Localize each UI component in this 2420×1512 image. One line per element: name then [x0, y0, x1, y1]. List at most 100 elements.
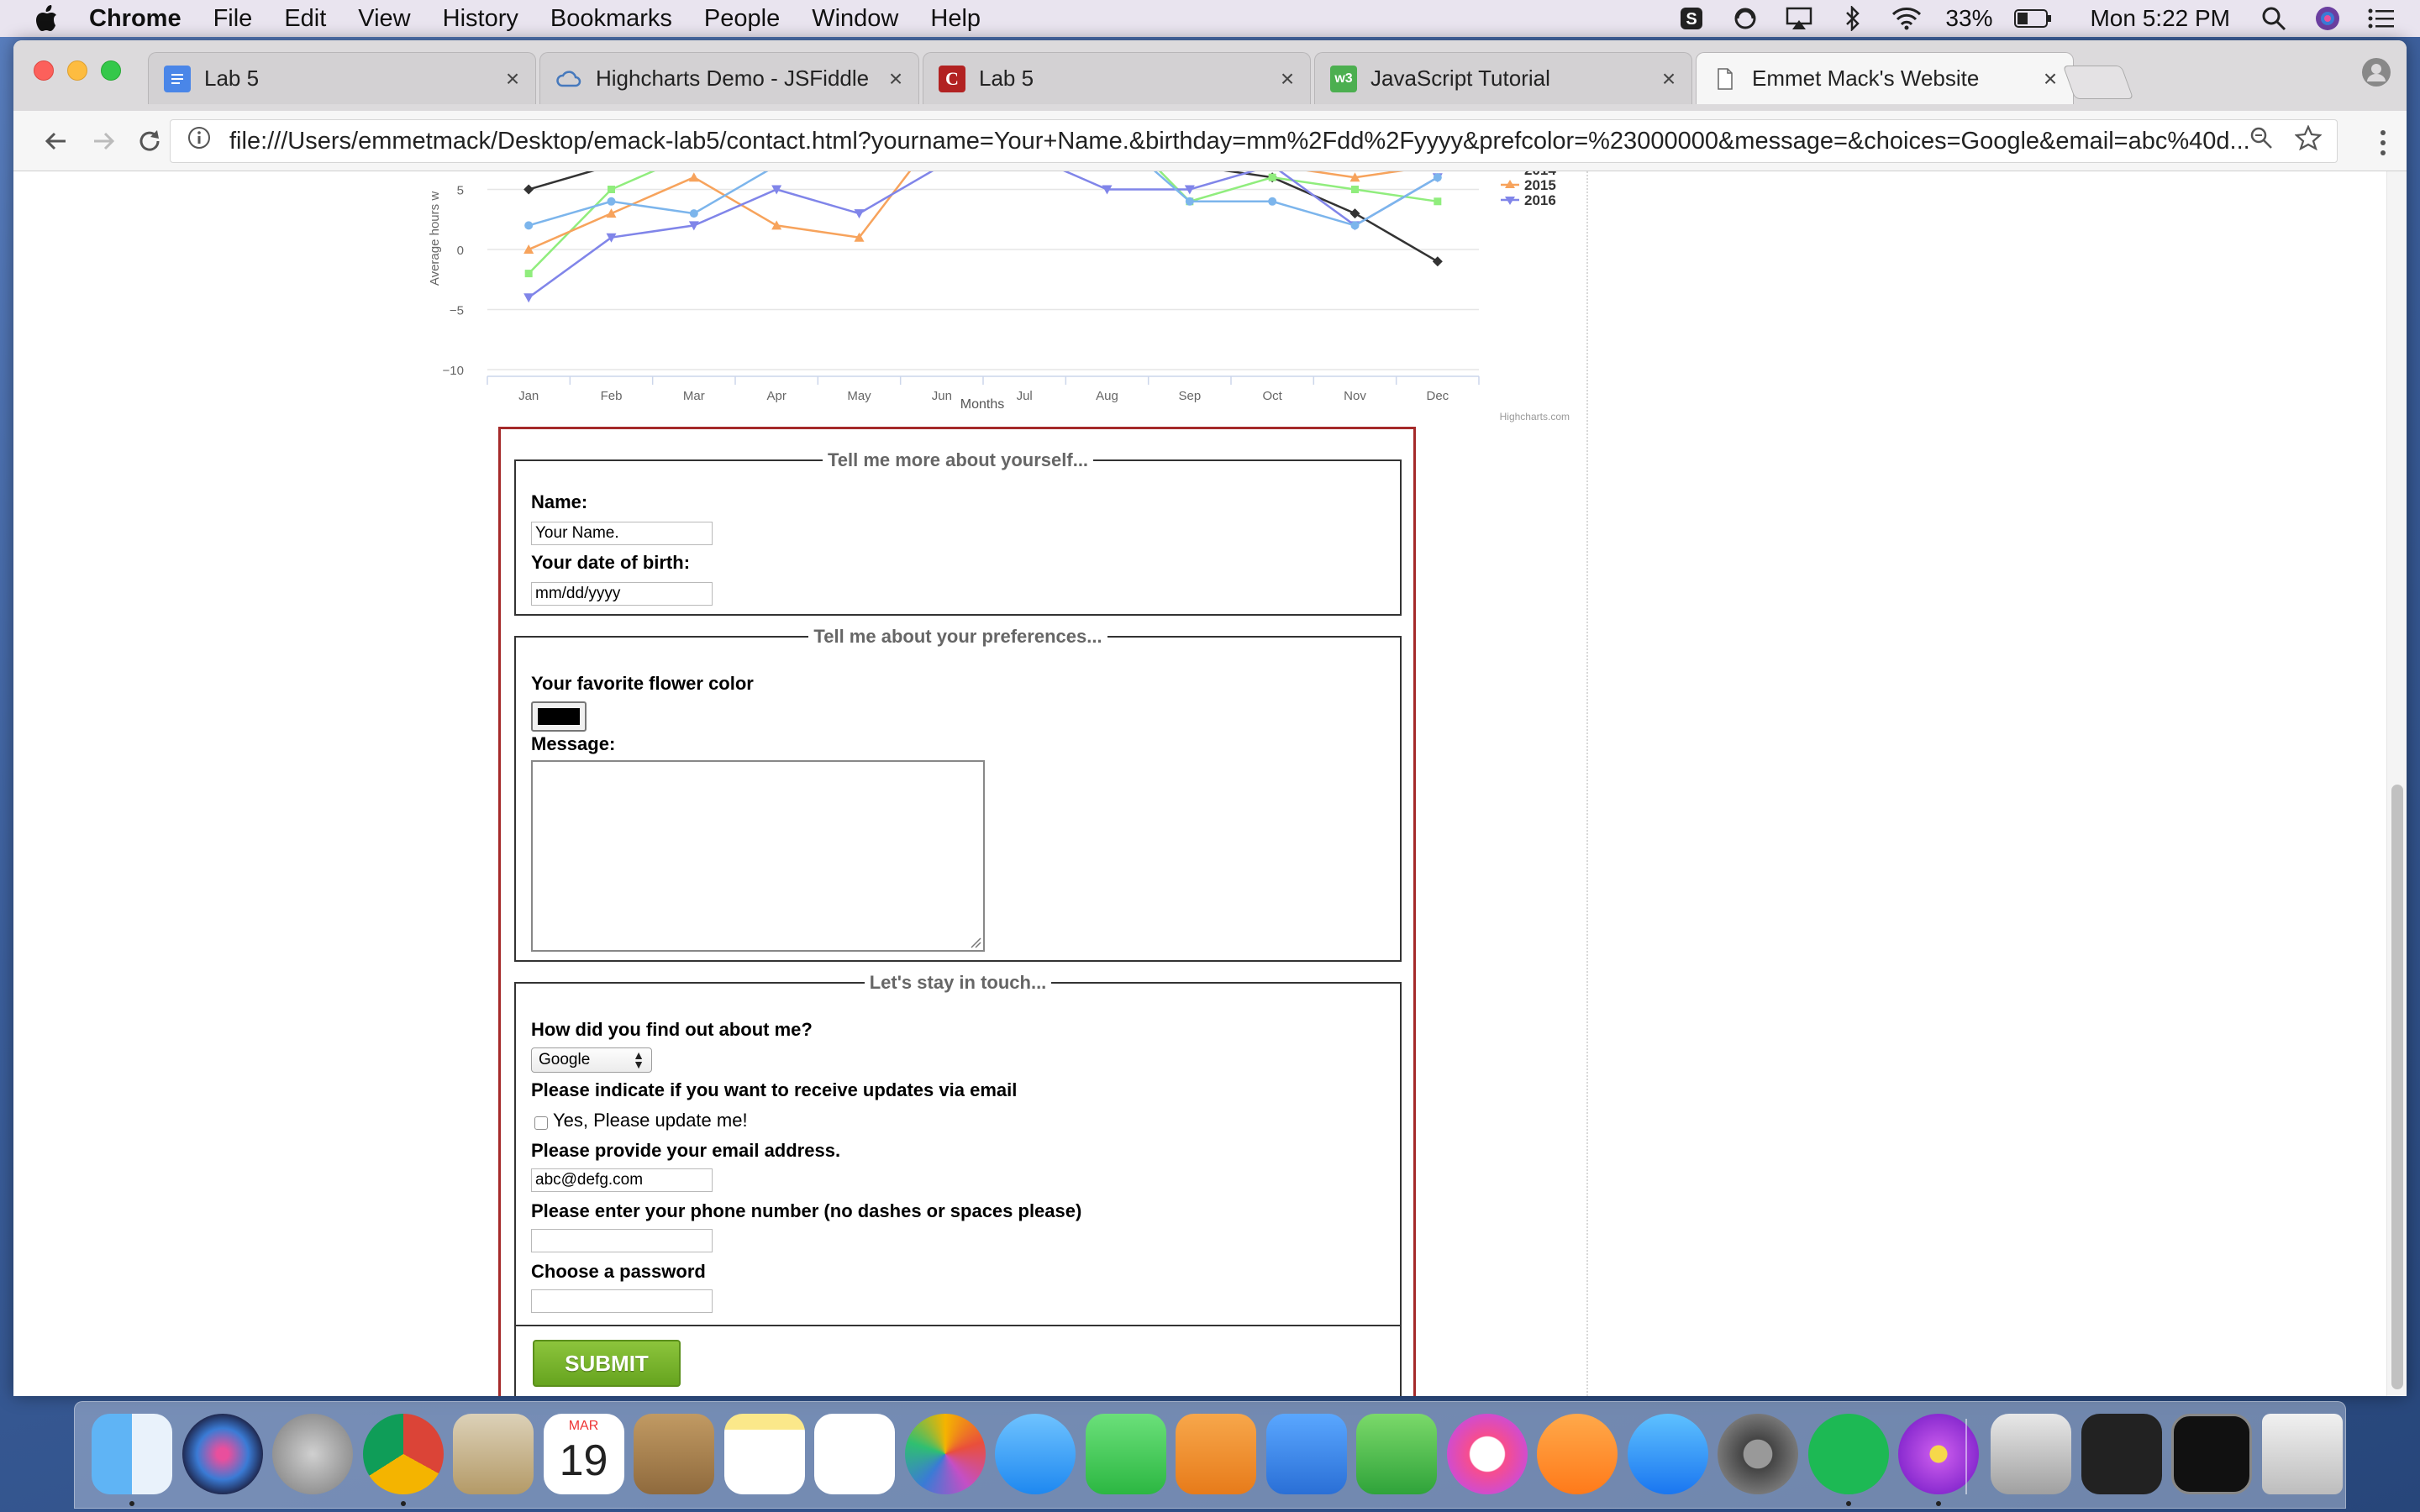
data-point[interactable] — [523, 184, 534, 195]
password-field[interactable] — [531, 1289, 713, 1313]
site-info-icon[interactable] — [181, 126, 218, 156]
data-point[interactable] — [854, 209, 865, 219]
minimize-window-button[interactable] — [67, 60, 87, 81]
color-picker[interactable] — [531, 701, 587, 732]
data-point[interactable] — [524, 221, 534, 230]
pages-icon[interactable] — [1176, 1414, 1256, 1494]
scrollbar-track[interactable] — [2386, 171, 2407, 1396]
data-point[interactable] — [607, 197, 616, 206]
birthday-field[interactable] — [531, 582, 713, 606]
battery-icon[interactable] — [2014, 4, 2053, 33]
legend-item[interactable]: 2015 — [1524, 177, 1556, 193]
facetime-icon[interactable] — [1085, 1414, 1166, 1494]
close-tab-icon[interactable]: × — [883, 66, 908, 92]
message-textarea[interactable] — [531, 760, 985, 952]
chrome-icon[interactable] — [362, 1414, 444, 1494]
submit-button[interactable]: SUBMIT — [533, 1340, 681, 1387]
reload-button[interactable] — [133, 124, 166, 158]
numbers-icon[interactable] — [1356, 1414, 1437, 1494]
siri-menubar-icon[interactable] — [2312, 4, 2343, 33]
close-tab-icon[interactable]: × — [500, 66, 525, 92]
data-point[interactable] — [688, 172, 699, 182]
scrollbar-thumb[interactable] — [2391, 785, 2403, 1389]
tab-javascript-tutorial[interactable]: w3 JavaScript Tutorial × — [1314, 52, 1692, 104]
maximize-window-button[interactable] — [101, 60, 121, 81]
data-point[interactable] — [608, 186, 615, 193]
email-field[interactable] — [531, 1168, 713, 1192]
data-point[interactable] — [1433, 173, 1442, 182]
data-point[interactable] — [1351, 186, 1359, 193]
data-point[interactable] — [1434, 197, 1442, 206]
back-button[interactable] — [39, 124, 72, 158]
close-tab-icon[interactable]: × — [2038, 66, 2063, 92]
menu-bookmarks[interactable]: Bookmarks — [550, 5, 672, 33]
menu-people[interactable]: People — [704, 5, 780, 33]
data-point[interactable] — [524, 270, 533, 278]
phone-field[interactable] — [531, 1229, 713, 1252]
menu-help[interactable]: Help — [930, 5, 981, 33]
sync-status-icon[interactable] — [1730, 4, 1760, 33]
preview-icon[interactable] — [1991, 1414, 2071, 1494]
profile-avatar-icon[interactable] — [2361, 57, 2391, 87]
messages-icon[interactable] — [995, 1414, 1076, 1494]
new-tab-button[interactable] — [2062, 66, 2134, 99]
finder-icon[interactable] — [92, 1414, 172, 1494]
data-point[interactable] — [1185, 197, 1194, 206]
data-point[interactable] — [1432, 256, 1443, 267]
menu-window[interactable]: Window — [812, 5, 898, 33]
chrome-menu-icon[interactable] — [2375, 128, 2391, 158]
data-point[interactable] — [1350, 221, 1360, 230]
airplay-icon[interactable] — [1784, 4, 1814, 33]
clock[interactable]: Mon 5:22 PM — [2090, 5, 2230, 32]
highcharts-credits[interactable]: Highcharts.com — [1500, 411, 1570, 423]
bluetooth-icon[interactable] — [1838, 4, 1868, 33]
spotify-icon[interactable] — [1807, 1414, 1889, 1494]
data-point[interactable] — [523, 293, 534, 303]
tab-lab5-canvas[interactable]: C Lab 5 × — [923, 52, 1311, 104]
terminal-icon[interactable] — [2171, 1414, 2252, 1494]
screenshot-app-icon[interactable] — [2081, 1414, 2162, 1494]
tab-emmet-mack-website[interactable]: Emmet Mack's Website × — [1696, 52, 2074, 104]
system-preferences-icon[interactable] — [1718, 1414, 1798, 1494]
updates-checkbox-label[interactable]: Yes, Please update me! — [553, 1110, 748, 1131]
mail-icon[interactable] — [453, 1414, 534, 1494]
launchpad-icon[interactable] — [272, 1414, 353, 1494]
notes-icon[interactable] — [723, 1414, 805, 1494]
data-point[interactable] — [1268, 197, 1277, 206]
wifi-icon[interactable] — [1891, 4, 1922, 33]
calendar-icon[interactable]: MAR 19 — [543, 1414, 624, 1494]
siri-icon[interactable] — [182, 1414, 263, 1494]
contacts-icon[interactable] — [634, 1414, 714, 1494]
app-store-icon[interactable] — [1627, 1414, 1708, 1494]
menu-edit[interactable]: Edit — [284, 5, 326, 33]
itunes-icon[interactable] — [1446, 1414, 1528, 1494]
menu-view[interactable]: View — [358, 5, 410, 33]
name-field[interactable] — [531, 522, 713, 545]
photos-icon[interactable] — [904, 1414, 986, 1494]
skype-status-icon[interactable]: S — [1676, 4, 1707, 33]
data-point[interactable] — [1349, 208, 1360, 219]
series-line[interactable] — [528, 171, 1439, 227]
resize-grip-icon[interactable] — [970, 937, 981, 948]
app-menu-chrome[interactable]: Chrome — [89, 5, 182, 33]
close-tab-icon[interactable]: × — [1275, 66, 1300, 92]
legend-item[interactable]: 2016 — [1524, 192, 1556, 208]
zoom-icon[interactable] — [2249, 126, 2280, 156]
apple-menu-icon[interactable] — [34, 4, 59, 33]
keynote-icon[interactable] — [1265, 1414, 1347, 1494]
close-tab-icon[interactable]: × — [1656, 66, 1681, 92]
menu-history[interactable]: History — [443, 5, 518, 33]
source-select[interactable]: Google ▲ ▼ — [531, 1047, 652, 1073]
data-point[interactable] — [689, 209, 698, 218]
bookmark-star-icon[interactable] — [2294, 124, 2328, 157]
tab-highcharts-jsfiddle[interactable]: Highcharts Demo - JSFiddle × — [539, 52, 919, 104]
tab-lab5-docs[interactable]: Lab 5 × — [148, 52, 536, 104]
updates-checkbox[interactable] — [534, 1116, 548, 1130]
notification-center-icon[interactable] — [2366, 4, 2396, 33]
ibooks-icon[interactable] — [1537, 1414, 1618, 1494]
trash-icon[interactable] — [2261, 1414, 2343, 1494]
address-bar[interactable]: file:///Users/emmetmack/Desktop/emack-la… — [170, 119, 2338, 163]
data-point[interactable] — [1268, 173, 1276, 181]
spotlight-search-icon[interactable] — [2259, 4, 2289, 33]
series-line[interactable] — [528, 171, 1439, 263]
